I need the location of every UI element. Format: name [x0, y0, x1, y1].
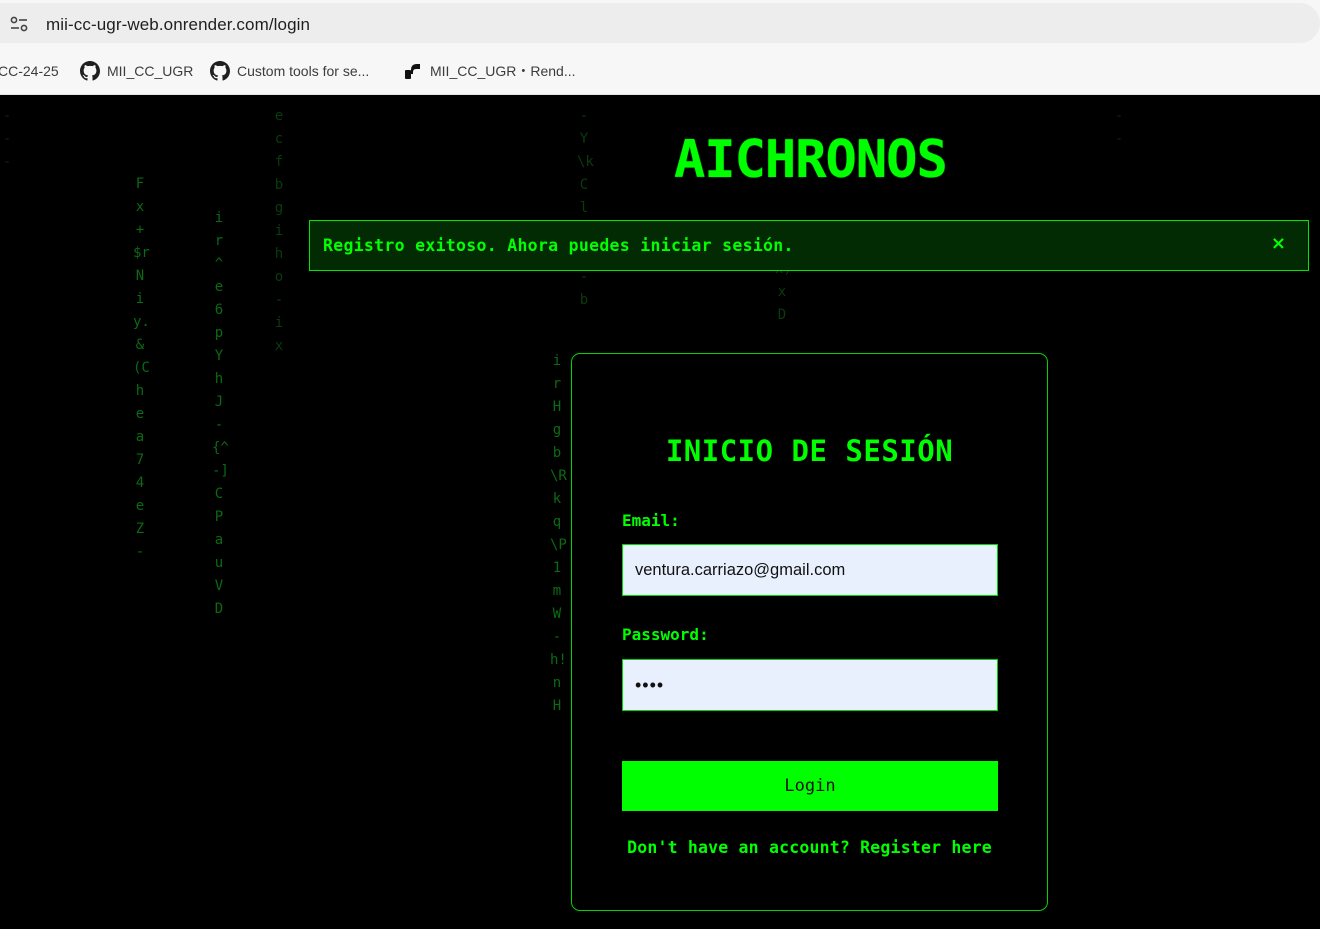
url-field[interactable]: mii-cc-ugr-web.onrender.com/login	[0, 3, 1320, 43]
matrix-rain-column: ---	[2, 108, 12, 170]
bookmark-mii-cc-ugr[interactable]: MII_CC_UGR	[80, 61, 193, 81]
bookmark-label: Custom tools for se...	[237, 63, 370, 79]
bookmark-render[interactable]: MII_CC_UGR・Rend...	[403, 61, 575, 81]
matrix-rain-column: --	[1114, 108, 1124, 147]
login-button[interactable]: Login	[622, 761, 998, 811]
url-text[interactable]: mii-cc-ugr-web.onrender.com/login	[46, 15, 310, 35]
bookmark-custom-tools[interactable]: Custom tools for se...	[210, 61, 369, 81]
matrix-rain-column: ir^e6pYhJ-{^-]CPauVD	[212, 210, 229, 617]
bookmark-cc-24-25[interactable]: CC-24-25	[0, 61, 59, 81]
register-link[interactable]: Don't have an account? Register here	[572, 838, 1047, 857]
bookmarks-bar: CC-24-25 MII_CC_UGR Custom tools for se.…	[0, 47, 1320, 95]
site-info-icon[interactable]	[9, 15, 29, 33]
matrix-rain-column: -Y\kCl1w-b	[577, 108, 594, 308]
form-title: INICIO DE SESIÓN	[665, 434, 954, 468]
github-icon	[80, 61, 100, 81]
password-label: Password:	[622, 625, 709, 644]
render-icon	[405, 64, 420, 79]
bookmark-label: MII_CC_UGR	[107, 63, 194, 79]
matrix-rain-column: ecfbgiho-ix	[274, 108, 284, 354]
bookmark-label: CC-24-25	[0, 63, 59, 79]
github-icon	[210, 61, 230, 81]
email-label: Email:	[622, 511, 680, 530]
password-field[interactable]	[622, 659, 998, 711]
brand-title: AICHRONOS	[674, 130, 948, 190]
matrix-rain-column: Fx+$rNiy.&(Chea74eZ-	[133, 176, 150, 560]
address-bar: mii-cc-ugr-web.onrender.com/login	[0, 0, 1320, 47]
matrix-rain-column: irHgb\Rkq\P1mW-h!nH	[550, 353, 567, 714]
alert-message: Registro exitoso. Ahora puedes iniciar s…	[323, 236, 794, 255]
close-icon[interactable]: ×	[1271, 233, 1286, 254]
success-alert: Registro exitoso. Ahora puedes iniciar s…	[309, 220, 1309, 271]
email-field[interactable]	[622, 544, 998, 596]
bookmark-label: MII_CC_UGR・Rend...	[430, 63, 576, 79]
login-card: INICIO DE SESIÓN Email: Password: Login …	[571, 353, 1048, 911]
login-page: Fx+$rNiy.&(Chea74eZ- ir^e6pYhJ-{^-]CPauV…	[0, 95, 1320, 929]
